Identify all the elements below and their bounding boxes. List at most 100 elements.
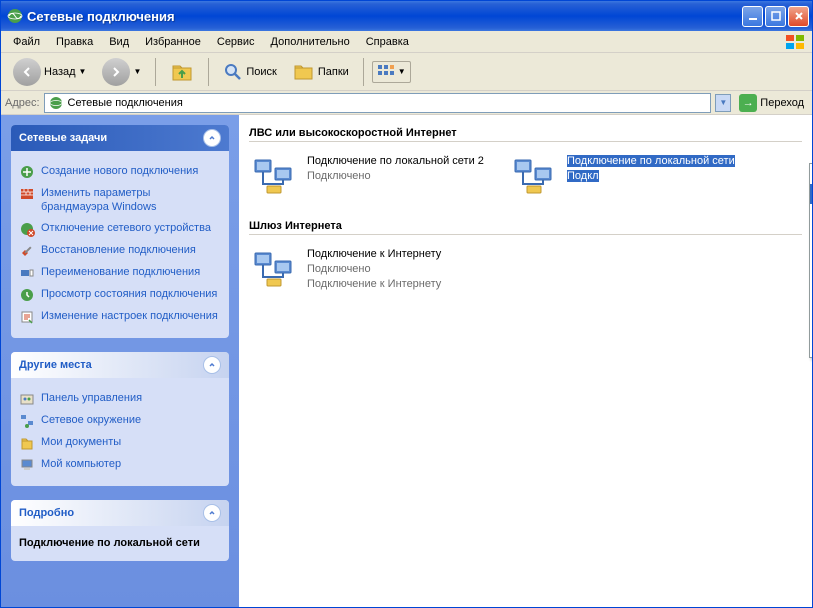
window: Сетевые подключения Файл Правка Вид Избр… (0, 0, 813, 608)
disable-icon (19, 221, 35, 237)
context-menu-item[interactable]: Состояние (810, 184, 812, 204)
minimize-button[interactable] (742, 6, 763, 27)
views-button[interactable]: ▼ (372, 61, 411, 83)
task-label: Изменение настроек подключения (41, 309, 218, 323)
task-label: Просмотр состояния подключения (41, 287, 217, 301)
folders-button[interactable]: Папки (287, 59, 355, 85)
panel-header[interactable]: Сетевые задачи (11, 125, 229, 151)
go-label: Переход (760, 97, 804, 109)
panel-body: Создание нового подключенияИзменить пара… (11, 151, 229, 338)
close-button[interactable] (788, 6, 809, 27)
task-label: Восстановление подключения (41, 243, 196, 257)
connection-item[interactable]: Подключение по локальной сетиПодкл (509, 152, 759, 200)
settings-icon (19, 309, 35, 325)
task-link[interactable]: Изменение настроек подключения (19, 306, 221, 328)
panel-header[interactable]: Другие места (11, 352, 229, 378)
section: Шлюз ИнтернетаПодключение к ИнтернетуПод… (249, 220, 802, 294)
chevron-down-icon: ▼ (133, 67, 141, 76)
connection-name: Подключение по локальной сети 2 (307, 155, 484, 167)
globe-icon (48, 95, 64, 111)
go-button[interactable]: → Переход (735, 94, 808, 112)
task-label: Мои документы (41, 435, 121, 449)
connection-icon (511, 154, 559, 198)
folders-label: Папки (318, 66, 349, 78)
cpanel-icon (19, 391, 35, 407)
sidebar: Сетевые задачи Создание нового подключени… (1, 115, 239, 607)
task-link[interactable]: Отключение сетевого устройства (19, 218, 221, 240)
task-label: Панель управления (41, 391, 142, 405)
back-button[interactable]: Назад ▼ (7, 55, 92, 89)
connection-text: Подключение по локальной сети 2 Подключен… (307, 154, 497, 184)
panel-toggle-icon[interactable] (203, 504, 221, 522)
titlebar: Сетевые подключения (1, 1, 812, 31)
panel-toggle-icon[interactable] (203, 356, 221, 374)
connection-text: Подключение по локальной сетиПодкл (567, 154, 757, 184)
menu-view[interactable]: Вид (101, 34, 137, 50)
task-link[interactable]: Сетевое окружение (19, 410, 221, 432)
panel-title: Другие места (19, 359, 92, 371)
folder-up-icon (170, 60, 194, 84)
task-link[interactable]: Переименование подключения (19, 262, 221, 284)
context-menu-item[interactable]: Создать ярлык (810, 270, 812, 290)
docs-icon (19, 435, 35, 451)
panel-body: Подключение по локальной сети (11, 526, 229, 561)
main-pane: ЛВС или высокоскоростной Интернет Подключ… (239, 115, 812, 607)
forward-button[interactable]: ▼ (96, 55, 147, 89)
task-link[interactable]: Изменить параметры брандмауэра Windows (19, 183, 221, 218)
connection-item[interactable]: Подключение по локальной сети 2 Подключен… (249, 152, 499, 200)
window-controls (742, 6, 809, 27)
menu-tools[interactable]: Сервис (209, 34, 263, 50)
menu-file[interactable]: Файл (5, 34, 48, 50)
items-container: Подключение по локальной сети 2 Подключен… (249, 152, 802, 200)
connection-item[interactable]: Подключение к ИнтернетуПодключеноПодключ… (249, 245, 499, 294)
task-label: Переименование подключения (41, 265, 200, 279)
task-link[interactable]: Мои документы (19, 432, 221, 454)
app-icon (7, 8, 23, 24)
context-menu-item[interactable]: Свойства (810, 337, 812, 357)
task-link[interactable]: Восстановление подключения (19, 240, 221, 262)
connection-status: Подключено (307, 263, 371, 275)
connection-text: Подключение к ИнтернетуПодключеноПодключ… (307, 247, 497, 292)
sidebar-panel: Подробно Подключение по локальной сети (11, 500, 229, 561)
toolbar-separator (155, 58, 156, 86)
toolbar-separator (363, 58, 364, 86)
menu-edit[interactable]: Правка (48, 34, 101, 50)
context-menu-item[interactable]: Отключить (810, 164, 812, 184)
task-link[interactable]: Панель управления (19, 388, 221, 410)
maximize-button[interactable] (765, 6, 786, 27)
address-input[interactable]: Сетевые подключения (44, 93, 712, 113)
task-label: Мой компьютер (41, 457, 121, 471)
panel-title: Сетевые задачи (19, 132, 107, 144)
search-icon (223, 62, 243, 82)
section-title: ЛВС или высокоскоростной Интернет (249, 127, 802, 142)
context-menu-item[interactable]: Подключения типа мост (810, 231, 812, 263)
menu-help[interactable]: Справка (358, 34, 417, 50)
menubar: Файл Правка Вид Избранное Сервис Дополни… (1, 31, 812, 53)
menu-favorites[interactable]: Избранное (137, 34, 209, 50)
back-label: Назад (44, 66, 76, 78)
address-value: Сетевые подключения (68, 97, 183, 109)
task-link[interactable]: Просмотр состояния подключения (19, 284, 221, 306)
search-button[interactable]: Поиск (217, 59, 282, 85)
computer-icon (19, 457, 35, 473)
go-arrow-icon: → (739, 94, 757, 112)
panel-header[interactable]: Подробно (11, 500, 229, 526)
addressbar: Адрес: Сетевые подключения ▼ → Переход (1, 91, 812, 115)
connection-status: Подключено (307, 170, 371, 182)
panel-title: Подробно (19, 507, 74, 519)
panel-toggle-icon[interactable] (203, 129, 221, 147)
task-link[interactable]: Мой компьютер (19, 454, 221, 476)
context-menu-item[interactable]: Исправить (810, 204, 812, 224)
window-title: Сетевые подключения (27, 9, 742, 24)
address-dropdown[interactable]: ▼ (715, 94, 731, 112)
address-label: Адрес: (5, 97, 40, 109)
connection-icon (251, 154, 299, 198)
sidebar-panel: Другие места Панель управления Сетевое окр… (11, 352, 229, 486)
context-menu-item[interactable]: Переименовать (810, 310, 812, 330)
status-icon (19, 287, 35, 303)
task-link[interactable]: Создание нового подключения (19, 161, 221, 183)
rename-icon (19, 265, 35, 281)
up-button[interactable] (164, 57, 200, 87)
toolbar: Назад ▼ ▼ Поиск Папки ▼ (1, 53, 812, 91)
menu-advanced[interactable]: Дополнительно (263, 34, 358, 50)
